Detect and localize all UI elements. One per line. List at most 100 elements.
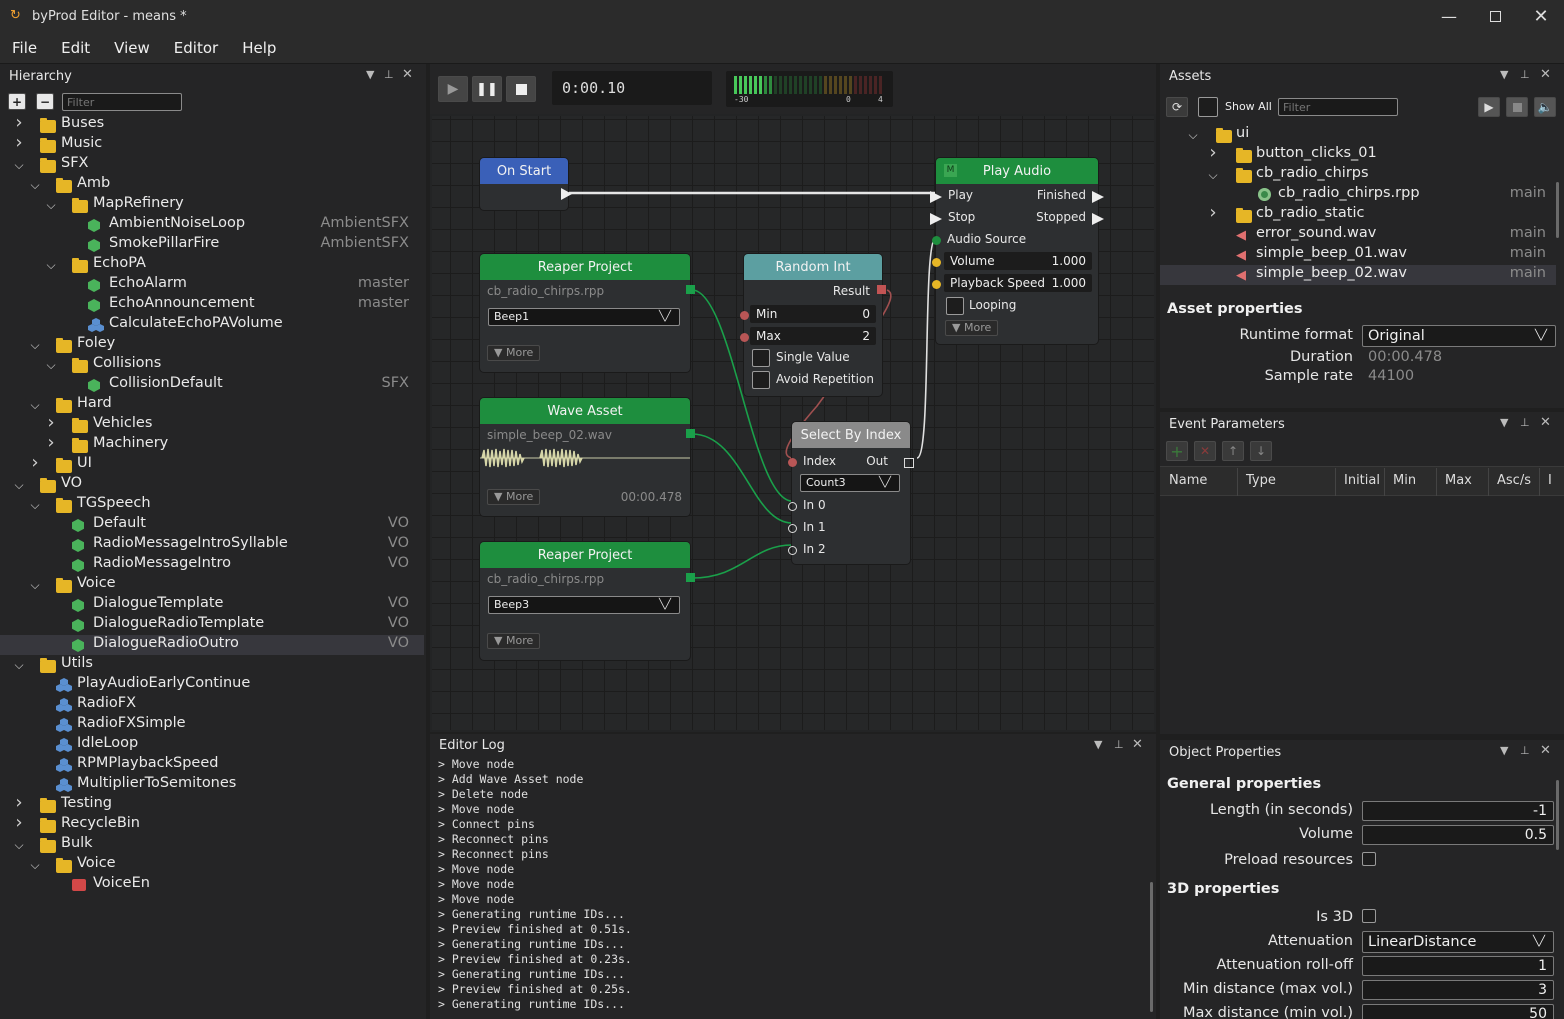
tree-folder[interactable]: ⌵ Voice	[0, 855, 424, 875]
chevron-down-icon[interactable]: ⌵	[30, 398, 40, 412]
minimize-icon[interactable]: —	[1426, 0, 1472, 32]
stop-button[interactable]	[506, 76, 536, 102]
pin-icon[interactable]: ⊥	[384, 68, 394, 81]
tree-folder[interactable]: ⌵ Foley	[0, 335, 424, 355]
max-pin[interactable]	[740, 333, 749, 342]
chevron-right-icon[interactable]: ›	[30, 452, 40, 473]
close-window-icon[interactable]: ✕	[1518, 0, 1564, 32]
menu-editor[interactable]: Editor	[162, 39, 230, 57]
stopped-pin[interactable]	[1092, 213, 1104, 225]
count-select[interactable]: Count3 ╲╱	[800, 474, 900, 492]
exec-out-pin[interactable]	[561, 188, 572, 200]
expand-all-icon[interactable]: +	[8, 93, 26, 110]
tree-folder[interactable]: ⌵ Collisions	[0, 355, 424, 375]
collapse-all-icon[interactable]: −	[36, 93, 54, 110]
chevron-down-icon[interactable]: ⌵	[30, 338, 40, 352]
params-column-header[interactable]: Initial	[1344, 473, 1380, 488]
tree-item[interactable]: DialogueRadioTemplate VO	[0, 615, 424, 635]
tree-item[interactable]: DialogueRadioOutro VO	[0, 635, 424, 655]
tree-item[interactable]: RPMPlaybackSpeed	[0, 755, 424, 775]
reaper-1-out-pin[interactable]	[686, 285, 695, 294]
tree-folder[interactable]: › Vehicles	[0, 412, 424, 435]
in2-pin[interactable]	[788, 546, 797, 555]
tree-item[interactable]: IdleLoop	[0, 735, 424, 755]
chevron-right-icon[interactable]: ›	[46, 412, 56, 433]
assets-scrollbar[interactable]	[1556, 182, 1559, 238]
finished-pin[interactable]	[1092, 191, 1104, 203]
reaper-2-select[interactable]: Beep3 ╲╱	[488, 596, 680, 614]
chevron-down-icon[interactable]: ⌵	[30, 178, 40, 192]
close-panel-icon[interactable]: ✕	[1540, 415, 1551, 430]
chevron-down-icon[interactable]: ⌵	[30, 498, 40, 512]
node-reaper-project-2[interactable]: Reaper Project cb_radio_chirps.rpp Beep3…	[480, 542, 695, 660]
tree-item[interactable]: RadioMessageIntroSyllable VO	[0, 535, 424, 555]
chevron-down-icon[interactable]: ⌵	[30, 858, 40, 872]
pin-icon[interactable]: ⊥	[1114, 738, 1124, 751]
chevron-down-icon[interactable]: ⌵	[14, 478, 24, 492]
max-field[interactable]: Max 2	[750, 327, 876, 345]
play-button[interactable]: ▶	[438, 76, 468, 102]
runtime-format-select[interactable]: Original ╲╱	[1362, 325, 1556, 347]
node-random-int[interactable]: Random Int Result Min 0 Max 2 Single Value…	[740, 254, 886, 396]
min-distance-field[interactable]: 3	[1362, 980, 1554, 1000]
panel-menu-icon[interactable]: ▼	[1500, 416, 1508, 429]
close-panel-icon[interactable]: ✕	[402, 67, 413, 82]
props-scrollbar[interactable]	[1556, 780, 1559, 850]
tree-item[interactable]: RadioMessageIntro VO	[0, 555, 424, 575]
rolloff-field[interactable]: 1	[1362, 956, 1554, 976]
params-column-header[interactable]: Min	[1393, 473, 1416, 488]
tree-folder[interactable]: › Music	[0, 132, 424, 155]
chevron-down-icon[interactable]: ⌵	[14, 158, 24, 172]
tree-item[interactable]: RadioFX	[0, 695, 424, 715]
move-down-icon[interactable]: ↓	[1250, 441, 1272, 461]
chevron-right-icon[interactable]: ›	[14, 112, 24, 133]
menu-view[interactable]: View	[102, 39, 162, 57]
assets-filter-input[interactable]	[1278, 98, 1398, 116]
tree-item[interactable]: PlayAudioEarlyContinue	[0, 675, 424, 695]
tree-item[interactable]: CalculateEchoPAVolume	[0, 315, 424, 335]
out-pin[interactable]	[904, 458, 914, 468]
min-pin[interactable]	[740, 311, 749, 320]
chevron-down-icon[interactable]: ⌵	[14, 838, 24, 852]
min-field[interactable]: Min 0	[750, 305, 876, 323]
audio-source-pin[interactable]	[932, 236, 941, 245]
tree-folder[interactable]: ⌵ EchoPA	[0, 255, 424, 275]
chevron-down-icon[interactable]: ⌵	[1208, 168, 1218, 182]
wave-out-pin[interactable]	[686, 429, 695, 438]
is3d-checkbox[interactable]	[1362, 909, 1376, 923]
tree-item[interactable]: CollisionDefault SFX	[0, 375, 424, 395]
tree-folder[interactable]: › RecycleBin	[0, 812, 424, 835]
graph-canvas[interactable]: On Start M Play Audio Play Finished Stop…	[432, 116, 1154, 730]
close-panel-icon[interactable]: ✕	[1540, 67, 1551, 82]
tree-folder[interactable]: ⌵ Hard	[0, 395, 424, 415]
attenuation-select[interactable]: LinearDistance ╲╱	[1362, 931, 1554, 953]
tree-folder[interactable]: ⌵ Voice	[0, 575, 424, 595]
preview-play-button[interactable]: ▶	[1478, 97, 1500, 117]
chevron-right-icon[interactable]: ›	[1208, 142, 1218, 163]
more-button[interactable]: ▼ More	[945, 320, 999, 336]
chevron-down-icon[interactable]: ⌵	[14, 658, 24, 672]
tree-folder[interactable]: ⌵ VO	[0, 475, 424, 495]
reaper-2-out-pin[interactable]	[686, 573, 695, 582]
more-button[interactable]: ▼ More	[487, 489, 541, 505]
chevron-down-icon[interactable]: ⌵	[46, 258, 56, 272]
asset-item[interactable]: ◀ error_sound.wav main	[1160, 225, 1556, 245]
tree-folder[interactable]: ⌵ Amb	[0, 175, 424, 195]
close-panel-icon[interactable]: ✕	[1540, 743, 1551, 758]
chevron-down-icon[interactable]: ⌵	[46, 198, 56, 212]
length-field[interactable]: -1	[1362, 801, 1554, 821]
tree-item[interactable]: EchoAnnouncement master	[0, 295, 424, 315]
pause-button[interactable]: ❚❚	[472, 76, 502, 102]
volume-icon[interactable]: 🔈	[1534, 97, 1556, 117]
maximize-icon[interactable]	[1472, 0, 1518, 32]
move-up-icon[interactable]: ↑	[1222, 441, 1244, 461]
chevron-down-icon[interactable]: ⌵	[46, 358, 56, 372]
speed-pin[interactable]	[932, 280, 941, 289]
panel-menu-icon[interactable]: ▼	[1500, 68, 1508, 81]
asset-folder[interactable]: › cb_radio_static	[1160, 202, 1556, 225]
volume-field[interactable]: 0.5	[1362, 825, 1554, 845]
tree-folder[interactable]: › Machinery	[0, 432, 424, 455]
tree-folder[interactable]: › Buses	[0, 112, 424, 135]
play-pin[interactable]	[930, 191, 942, 203]
delete-parameter-icon[interactable]: ✕	[1194, 441, 1216, 461]
